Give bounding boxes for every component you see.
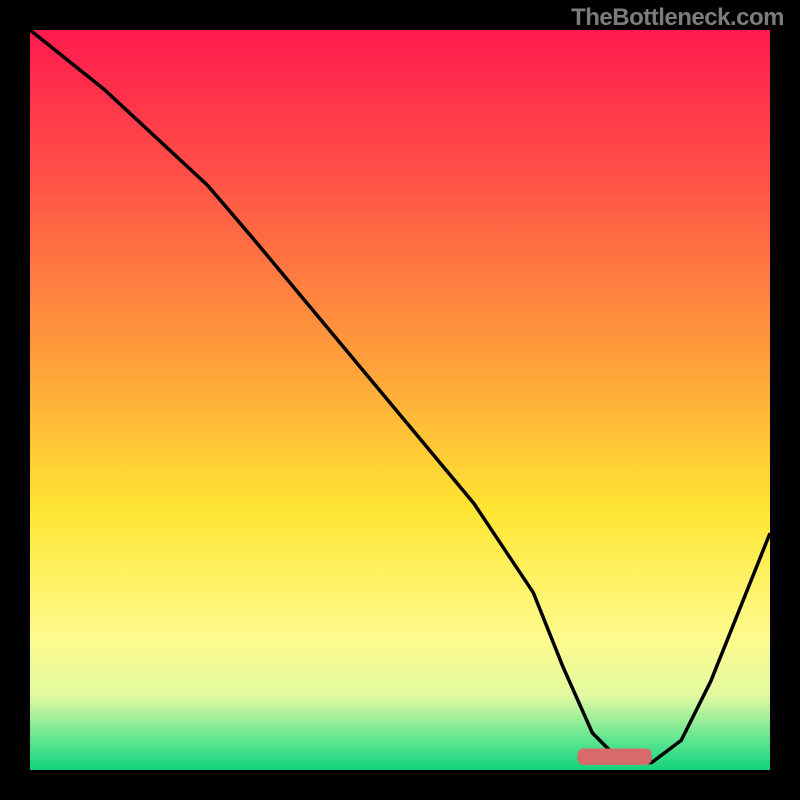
chart-background — [30, 30, 770, 770]
chart-svg — [30, 30, 770, 770]
chart-optimal-marker — [578, 749, 652, 765]
watermark-text: TheBottleneck.com — [571, 4, 784, 32]
chart-plot-area — [30, 30, 770, 770]
